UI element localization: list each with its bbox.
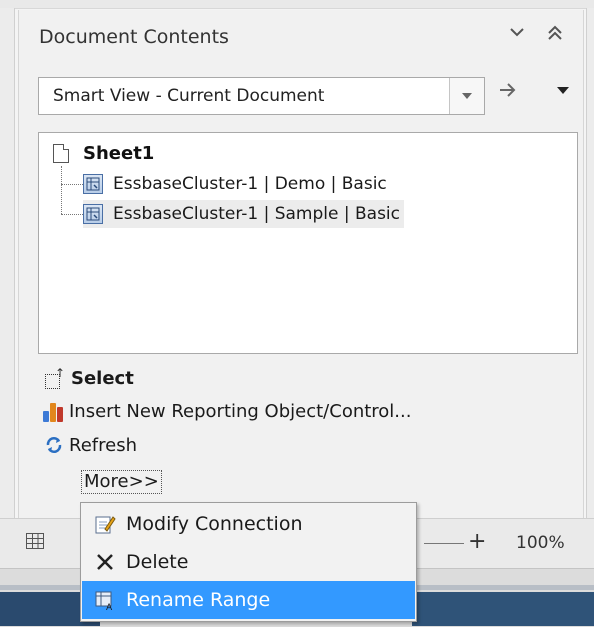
arrow-right-icon[interactable] bbox=[497, 79, 519, 106]
edit-connection-icon bbox=[92, 512, 118, 536]
menu-item-modify-connection[interactable]: Modify Connection bbox=[82, 505, 415, 543]
menu-item-delete[interactable]: Delete bbox=[82, 543, 415, 581]
more-link[interactable]: More>> bbox=[81, 470, 162, 494]
tree-line bbox=[61, 184, 83, 185]
menu-item-label: Rename Range bbox=[126, 589, 271, 611]
refresh-icon bbox=[43, 434, 65, 456]
chevron-down-icon bbox=[462, 93, 472, 99]
document-tree[interactable]: Sheet1 EssbaseCluster-1 | Demo | Basic E… bbox=[38, 132, 578, 354]
caret-down-icon[interactable] bbox=[557, 87, 569, 94]
source-dropdown-value: Smart View - Current Document bbox=[53, 86, 325, 106]
top-strip bbox=[0, 0, 594, 9]
grid-view-icon[interactable] bbox=[26, 533, 44, 554]
select-label: Select bbox=[71, 368, 134, 389]
panel-title: Document Contents bbox=[39, 26, 229, 48]
connection-grid-icon bbox=[83, 174, 103, 194]
tree-line bbox=[61, 166, 62, 214]
connection-label: EssbaseCluster-1 | Sample | Basic bbox=[113, 204, 400, 224]
connection-label: EssbaseCluster-1 | Demo | Basic bbox=[113, 174, 387, 194]
source-dropdown[interactable]: Smart View - Current Document bbox=[38, 77, 485, 115]
menu-item-label: Modify Connection bbox=[126, 513, 303, 535]
left-edge bbox=[0, 8, 15, 518]
document-contents-panel: Document Contents Smart View - Current D… bbox=[18, 10, 584, 518]
tree-item-connection-selected[interactable]: EssbaseCluster-1 | Sample | Basic bbox=[83, 200, 404, 228]
menu-item-rename-range[interactable]: A Rename Range bbox=[82, 581, 415, 619]
bar-chart-icon bbox=[43, 400, 65, 422]
select-cursor-icon: ↑ bbox=[45, 366, 65, 389]
refresh-action[interactable]: Refresh bbox=[43, 434, 137, 456]
tree-item-sheet[interactable]: Sheet1 bbox=[53, 143, 154, 164]
document-icon bbox=[53, 144, 69, 163]
right-edge bbox=[586, 8, 594, 518]
refresh-label: Refresh bbox=[69, 434, 137, 456]
rename-range-icon: A bbox=[92, 588, 118, 612]
select-action[interactable]: ↑ Select bbox=[45, 366, 134, 389]
zoom-level[interactable]: 100% bbox=[516, 533, 565, 553]
insert-reporting-object-action[interactable]: Insert New Reporting Object/Control... bbox=[43, 400, 411, 422]
zoom-in-button[interactable]: + bbox=[468, 529, 486, 554]
menu-item-label: Delete bbox=[126, 551, 189, 573]
svg-text:A: A bbox=[106, 603, 113, 611]
chevron-down-icon[interactable] bbox=[509, 24, 525, 45]
desktop-background bbox=[412, 592, 594, 626]
insert-label: Insert New Reporting Object/Control... bbox=[69, 400, 412, 422]
context-menu: Modify Connection Delete A Rename Range bbox=[80, 502, 417, 622]
dropdown-arrow-button[interactable] bbox=[449, 78, 484, 114]
delete-x-icon bbox=[92, 550, 118, 574]
double-chevron-up-icon[interactable] bbox=[547, 24, 563, 47]
sheet-label: Sheet1 bbox=[83, 143, 155, 164]
zoom-slider[interactable] bbox=[424, 543, 464, 544]
tree-item-connection[interactable]: EssbaseCluster-1 | Demo | Basic bbox=[83, 170, 391, 198]
connection-grid-icon bbox=[83, 204, 103, 224]
tree-line bbox=[61, 214, 83, 215]
